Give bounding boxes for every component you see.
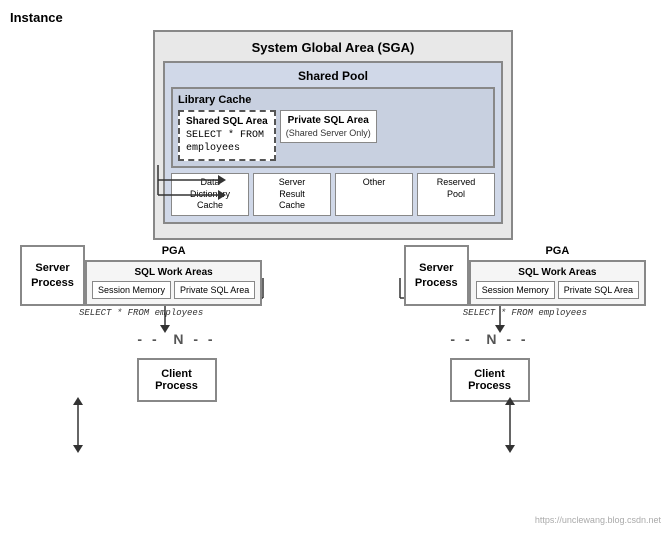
right-dashed-line: - - N - -: [450, 331, 528, 347]
left-client-process: ClientProcess: [137, 358, 217, 402]
private-sql-subtitle: (Shared Server Only): [286, 128, 371, 138]
shared-sql-area: Shared SQL Area SELECT * FROMemployees: [178, 110, 276, 161]
right-sql-work-areas: SQL Work Areas: [476, 267, 639, 278]
left-pga-box: SQL Work Areas Session Memory Private SQ…: [85, 260, 262, 306]
left-dashed-line: - - N - -: [137, 331, 215, 347]
instance-label: Instance: [10, 10, 656, 25]
left-session-memory: Session Memory: [92, 281, 171, 299]
sga-box: System Global Area (SGA) Shared Pool Lib…: [153, 30, 513, 240]
right-server-process-box: ServerProcess: [404, 245, 469, 306]
right-session-memory: Session Memory: [476, 281, 555, 299]
shared-pool-box: Shared Pool Library Cache Shared SQL Are…: [163, 61, 503, 224]
shared-sql-area-title: Shared SQL Area: [186, 116, 268, 127]
private-sql-title: Private SQL Area: [286, 115, 371, 126]
sql-code: SELECT * FROMemployees: [186, 129, 268, 155]
right-select-query: SELECT * FROM employees: [463, 308, 587, 318]
left-section: ServerProcess PGA SQL Work Areas Session…: [20, 245, 262, 320]
library-cache-box: Library Cache Shared SQL Area SELECT * F…: [171, 87, 495, 168]
pool-cell-result: ServerResultCache: [253, 173, 331, 216]
left-server-process-box: ServerProcess: [20, 245, 85, 306]
left-pga-label: PGA: [85, 245, 262, 257]
right-pga-box: SQL Work Areas Session Memory Private SQ…: [469, 260, 646, 306]
left-sql-work-areas: SQL Work Areas: [92, 267, 255, 278]
right-section: ServerProcess PGA SQL Work Areas Session…: [404, 245, 646, 320]
watermark: https://unclewang.blog.csdn.net: [535, 515, 661, 525]
pool-cell-other: Other: [335, 173, 413, 216]
sga-title: System Global Area (SGA): [163, 40, 503, 55]
right-pga-label: PGA: [469, 245, 646, 257]
left-select-query: SELECT * FROM employees: [79, 308, 203, 318]
left-private-sql-area: Private SQL Area: [174, 281, 255, 299]
library-cache-title: Library Cache: [178, 94, 488, 106]
shared-pool-title: Shared Pool: [171, 69, 495, 83]
pool-cell-dict: DataDictionaryCache: [171, 173, 249, 216]
private-sql-area-shared: Private SQL Area (Shared Server Only): [280, 110, 377, 143]
right-private-sql-area: Private SQL Area: [558, 281, 639, 299]
right-client-process: ClientProcess: [450, 358, 530, 402]
pool-cell-reserved: ReservedPool: [417, 173, 495, 216]
